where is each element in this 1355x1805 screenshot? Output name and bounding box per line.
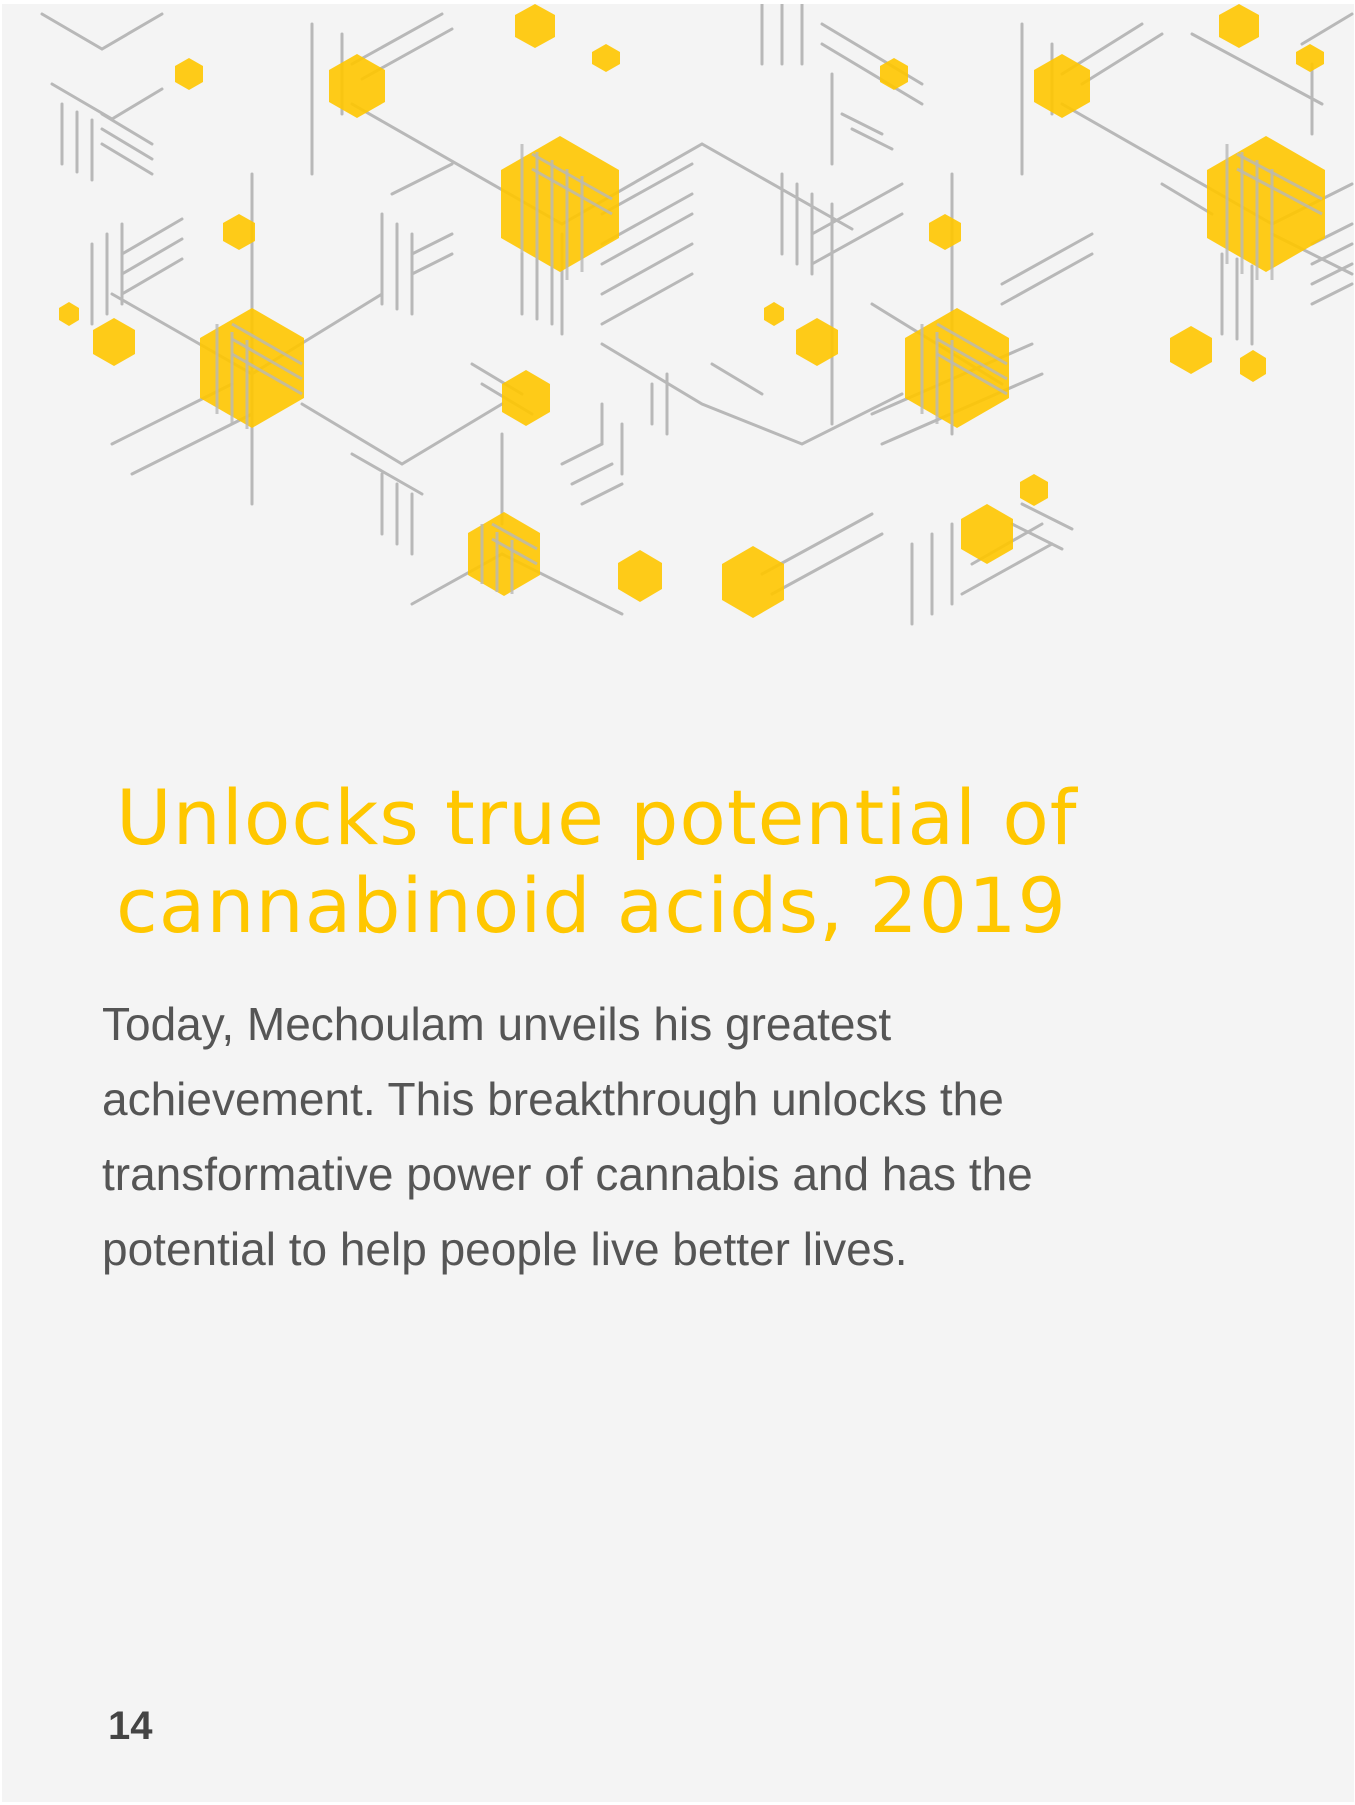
page-number: 14 bbox=[108, 1704, 153, 1748]
body-paragraph: Today, Mechoulam unveils his greatest ac… bbox=[102, 998, 1033, 1275]
molecular-network-illustration bbox=[40, 4, 1354, 626]
document-page: Unlocks true potential of cannabinoid ac… bbox=[2, 4, 1354, 1802]
page-title: Unlocks true potential of cannabinoid ac… bbox=[116, 773, 1078, 950]
